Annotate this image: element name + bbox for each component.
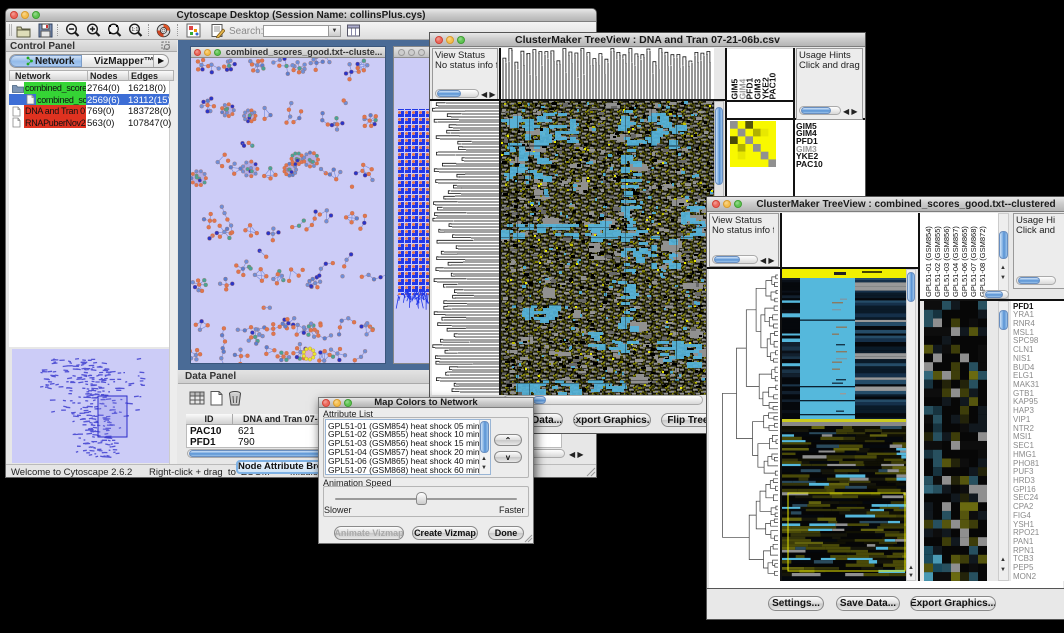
- svg-text:1:1: 1:1: [131, 27, 138, 33]
